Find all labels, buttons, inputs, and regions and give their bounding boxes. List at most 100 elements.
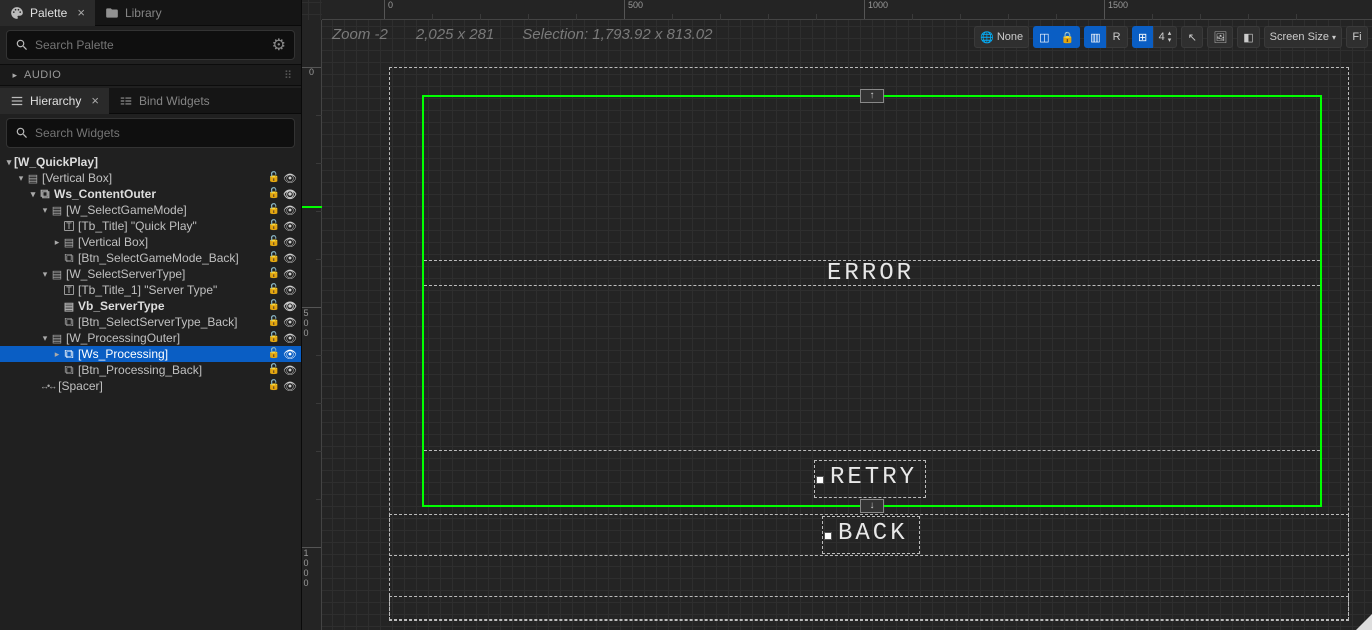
palette-search-input[interactable]: [35, 38, 266, 52]
retry-text-widget[interactable]: RETRY: [830, 464, 917, 491]
eye-icon[interactable]: 👁: [283, 204, 297, 217]
eye-icon[interactable]: 👁: [283, 380, 297, 393]
ruler-tick: 0: [302, 68, 321, 76]
outline-spacer-row: [389, 596, 1349, 620]
category-label: AUDIO: [24, 69, 61, 81]
palette-search[interactable]: ⚙: [6, 30, 295, 60]
close-icon[interactable]: ×: [77, 5, 85, 20]
ruler-tick: 0: [388, 0, 393, 10]
eye-icon[interactable]: 👁: [283, 188, 297, 201]
unlock-icon[interactable]: 🔓: [268, 348, 280, 361]
unlock-icon[interactable]: 🔓: [268, 172, 280, 185]
tree-spacer[interactable]: ↔•↔[Spacer]🔓👁: [0, 378, 301, 394]
unlock-icon[interactable]: 🔓: [268, 316, 280, 329]
selection-handle-top[interactable]: ↑: [860, 89, 884, 103]
unlock-icon[interactable]: 🔓: [268, 364, 280, 377]
eye-icon[interactable]: 👁: [283, 236, 297, 249]
tab-library[interactable]: Library: [95, 0, 172, 26]
resize-corner[interactable]: [1356, 614, 1372, 630]
tree-vb-server-type[interactable]: ▤Vb_ServerType🔓👁: [0, 298, 301, 314]
eye-icon[interactable]: 👁: [283, 284, 297, 297]
tab-bind-widgets-label: Bind Widgets: [139, 94, 210, 108]
switcher-icon: ⧉: [38, 186, 52, 202]
unlock-icon[interactable]: 🔓: [268, 380, 280, 393]
tree-vbox[interactable]: ▾▤[Vertical Box]🔓👁: [0, 170, 301, 186]
vbox-icon: ▤: [50, 332, 64, 345]
unlock-icon[interactable]: 🔓: [268, 236, 280, 249]
eye-icon[interactable]: 👁: [283, 348, 297, 361]
ruler-horizontal: 0 500 1000 1500: [322, 0, 1372, 20]
selection-handle-bottom[interactable]: ↓: [860, 499, 884, 513]
tree-btn-sst-back[interactable]: ⧉[Btn_SelectServerType_Back]🔓👁: [0, 314, 301, 330]
eye-icon[interactable]: 👁: [283, 252, 297, 265]
tree-tb-title1[interactable]: T[Tb_Title_1] "Server Type"🔓👁: [0, 282, 301, 298]
tree-ws-processing[interactable]: ▸⧉[Ws_Processing]🔓👁: [0, 346, 301, 362]
unlock-icon[interactable]: 🔓: [268, 204, 280, 217]
tab-palette[interactable]: Palette ×: [0, 0, 95, 26]
text-icon: T: [64, 221, 74, 231]
eye-icon[interactable]: 👁: [283, 172, 297, 185]
ruler-tick: 500: [302, 308, 310, 338]
tree-label: [Btn_Processing_Back]: [78, 363, 202, 377]
unlock-icon[interactable]: 🔓: [268, 220, 280, 233]
tab-palette-label: Palette: [30, 6, 67, 20]
tree-tb-title[interactable]: T[Tb_Title] "Quick Play"🔓👁: [0, 218, 301, 234]
tree-btn-processing-back[interactable]: ⧉[Btn_Processing_Back]🔓👁: [0, 362, 301, 378]
tree-label: [W_SelectGameMode]: [66, 203, 187, 217]
palette-icon: [10, 6, 24, 20]
vbox-icon: ▤: [50, 204, 64, 217]
tree-vbox2[interactable]: ▸▤[Vertical Box]🔓👁: [0, 234, 301, 250]
widget-handle[interactable]: [816, 476, 824, 484]
tree-ws-content-outer[interactable]: ▾⧉Ws_ContentOuter🔓👁: [0, 186, 301, 202]
tree-w-processing-outer[interactable]: ▾▤[W_ProcessingOuter]🔓👁: [0, 330, 301, 346]
tree-label: [Vertical Box]: [78, 235, 148, 249]
category-audio[interactable]: ▸ AUDIO ⠿: [0, 64, 301, 86]
designer-viewport[interactable]: 0 500 1000 1500 0 500 1000 Zoom -2 2,025…: [302, 0, 1372, 630]
chevron-down-icon: ▾: [16, 173, 26, 184]
tab-hierarchy[interactable]: Hierarchy ×: [0, 88, 109, 114]
eye-icon[interactable]: 👁: [283, 268, 297, 281]
chevron-right-icon: ▸: [52, 349, 62, 360]
tree-root[interactable]: ▾[W_QuickPlay]: [0, 154, 301, 170]
eye-icon[interactable]: 👁: [283, 332, 297, 345]
tree-label: [W_ProcessingOuter]: [66, 331, 180, 345]
switcher-icon: ⧉: [62, 250, 76, 266]
error-text-widget[interactable]: ERROR: [827, 260, 914, 287]
unlock-icon[interactable]: 🔓: [268, 268, 280, 281]
unlock-icon[interactable]: 🔓: [268, 252, 280, 265]
tree-label: [Ws_Processing]: [78, 347, 168, 361]
folder-icon: [105, 6, 119, 20]
hierarchy-icon: [10, 94, 24, 108]
close-icon[interactable]: ×: [91, 93, 99, 108]
tree-w-select-game-mode[interactable]: ▾▤[W_SelectGameMode]🔓👁: [0, 202, 301, 218]
hierarchy-tab-row: Hierarchy × Bind Widgets: [0, 88, 301, 114]
selection-box[interactable]: ↑ ↓: [422, 95, 1322, 507]
hierarchy-search-input[interactable]: [35, 126, 286, 140]
unlock-icon[interactable]: 🔓: [268, 188, 280, 201]
unlock-icon[interactable]: 🔓: [268, 300, 280, 313]
tab-hierarchy-label: Hierarchy: [30, 94, 81, 108]
eye-icon[interactable]: 👁: [283, 300, 297, 313]
unlock-icon[interactable]: 🔓: [268, 284, 280, 297]
tree-label: [W_QuickPlay]: [14, 155, 98, 169]
unlock-icon[interactable]: 🔓: [268, 332, 280, 345]
grip-icon[interactable]: ⠿: [284, 69, 291, 82]
hierarchy-search[interactable]: [6, 118, 295, 148]
search-icon: [15, 126, 29, 140]
arrow-up-icon: ↑: [870, 90, 875, 101]
arrow-down-icon: ↓: [870, 500, 875, 511]
chevron-down-icon: ▾: [40, 269, 50, 280]
settings-icon[interactable]: ⚙: [272, 35, 286, 55]
tree-btn-sgm-back[interactable]: ⧉[Btn_SelectGameMode_Back]🔓👁: [0, 250, 301, 266]
tree-w-select-server-type[interactable]: ▾▤[W_SelectServerType]🔓👁: [0, 266, 301, 282]
chevron-down-icon: ▾: [4, 157, 14, 168]
outline-back-row: [389, 514, 1349, 556]
tab-bind-widgets[interactable]: Bind Widgets: [109, 88, 220, 114]
palette-tab-row: Palette × Library: [0, 0, 301, 26]
viewport-content[interactable]: ↑ ↓ ERROR RETRY BACK: [322, 20, 1372, 630]
eye-icon[interactable]: 👁: [283, 364, 297, 377]
eye-icon[interactable]: 👁: [283, 220, 297, 233]
vbox-icon: ▤: [62, 300, 76, 313]
vbox-icon: ▤: [62, 236, 76, 249]
eye-icon[interactable]: 👁: [283, 316, 297, 329]
